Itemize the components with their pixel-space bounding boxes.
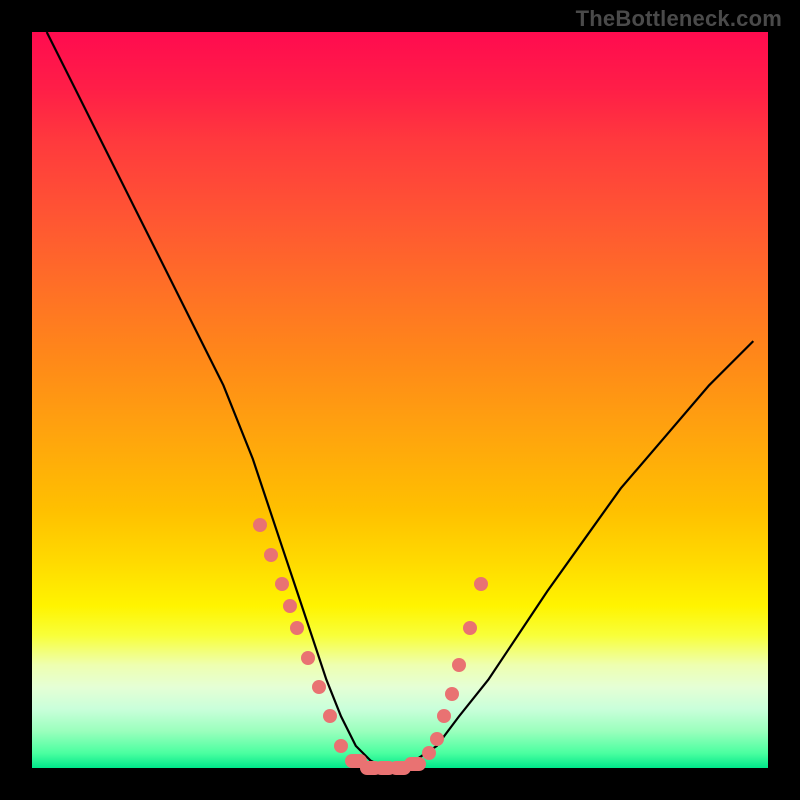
data-marker xyxy=(474,577,488,591)
data-marker xyxy=(283,599,297,613)
data-marker xyxy=(430,732,444,746)
data-marker xyxy=(264,548,278,562)
data-marker xyxy=(301,651,315,665)
data-marker xyxy=(437,709,451,723)
data-marker xyxy=(275,577,289,591)
data-marker xyxy=(334,739,348,753)
watermark-text: TheBottleneck.com xyxy=(576,6,782,32)
data-marker xyxy=(463,621,477,635)
plot-area xyxy=(32,32,768,768)
data-marker xyxy=(290,621,304,635)
data-marker xyxy=(253,518,267,532)
bottleneck-curve xyxy=(32,32,768,768)
data-marker xyxy=(445,687,459,701)
data-marker xyxy=(323,709,337,723)
data-marker xyxy=(404,757,426,771)
chart-frame: TheBottleneck.com xyxy=(0,0,800,800)
data-marker xyxy=(452,658,466,672)
data-marker xyxy=(312,680,326,694)
data-marker xyxy=(422,746,436,760)
